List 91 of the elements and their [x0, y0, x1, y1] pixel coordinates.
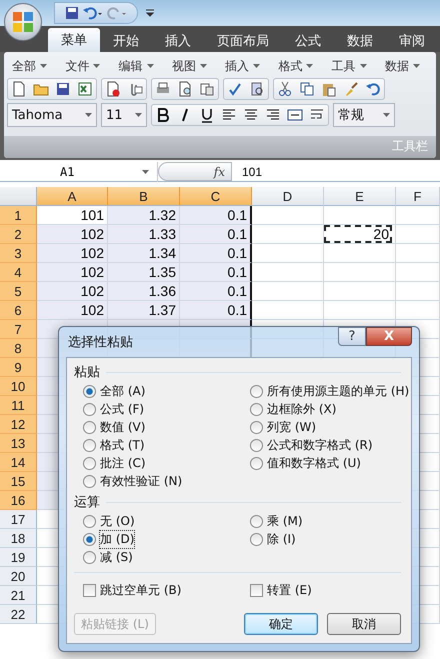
- ribbon-tab[interactable]: 审阅: [386, 30, 438, 52]
- table-cell: 0.1: [180, 263, 252, 282]
- radio-label[interactable]: 无 (O): [100, 512, 135, 530]
- formula-value[interactable]: 101: [232, 164, 262, 178]
- column-header[interactable]: E: [324, 187, 396, 206]
- table-cell: 0.1: [180, 301, 252, 320]
- ribbon-tab[interactable]: 开始: [100, 30, 152, 52]
- row-header[interactable]: 19: [0, 548, 37, 567]
- row-header[interactable]: 2: [0, 225, 37, 244]
- menu-item[interactable]: 数据: [380, 58, 433, 74]
- radio-label[interactable]: 全部 (A): [100, 382, 146, 400]
- row-header[interactable]: 9: [0, 358, 37, 377]
- table-cell: 0.1: [180, 225, 252, 244]
- ribbon-tab[interactable]: 页面布局: [204, 30, 282, 52]
- table-cell: 1.37: [108, 301, 180, 320]
- row-header[interactable]: 17: [0, 510, 37, 529]
- ok-button[interactable]: 确定: [244, 613, 318, 635]
- row-header[interactable]: 6: [0, 301, 37, 320]
- table-cell: 1.33: [108, 225, 180, 244]
- font-size-select[interactable]: 11: [101, 103, 147, 127]
- row-header[interactable]: 18: [0, 529, 37, 548]
- table-cell: 1.36: [108, 282, 180, 301]
- group-label: 工具栏: [392, 138, 428, 155]
- row-header[interactable]: 8: [0, 339, 37, 358]
- row-header[interactable]: 22: [0, 605, 37, 624]
- table-cell: 101: [37, 206, 108, 225]
- ribbon-tab[interactable]: 插入: [152, 30, 204, 52]
- number-format-select[interactable]: 常规: [333, 103, 395, 127]
- column-header[interactable]: F: [396, 187, 440, 206]
- dialog-title: 选择性粘贴: [67, 334, 133, 351]
- table-cell: 102: [37, 225, 108, 244]
- radio-label[interactable]: 列宽 (W): [267, 418, 316, 436]
- menu-item[interactable]: 全部: [7, 58, 60, 74]
- row-header[interactable]: 21: [0, 586, 37, 605]
- row-header[interactable]: 15: [0, 472, 37, 491]
- section-label: 粘贴: [74, 364, 100, 381]
- row-header[interactable]: 3: [0, 244, 37, 263]
- row-header[interactable]: 4: [0, 263, 37, 282]
- radio-label[interactable]: 乘 (M): [267, 512, 303, 530]
- table-cell: 102: [37, 244, 108, 263]
- cancel-button[interactable]: 取消: [327, 613, 401, 635]
- row-header[interactable]: 5: [0, 282, 37, 301]
- row-header[interactable]: 14: [0, 453, 37, 472]
- table-cell: 1.35: [108, 263, 180, 282]
- radio-label[interactable]: 有效性验证 (N): [100, 472, 182, 490]
- table-cell: 0.1: [180, 282, 252, 301]
- column-header[interactable]: D: [252, 187, 324, 206]
- row-header[interactable]: 1: [0, 206, 37, 225]
- radio-label[interactable]: 格式 (T): [100, 436, 145, 454]
- font-name-select[interactable]: Tahoma: [7, 103, 97, 127]
- checkbox-label[interactable]: 转置 (E): [267, 582, 312, 598]
- menu-item[interactable]: 视图: [166, 58, 220, 74]
- ribbon-tab[interactable]: 数据: [334, 30, 386, 52]
- insert-function-button[interactable]: fx: [158, 162, 232, 181]
- table-cell: 102: [37, 263, 108, 282]
- table-cell: 1.34: [108, 244, 180, 263]
- table-cell: 102: [37, 282, 108, 301]
- table-cell: 1.32: [108, 206, 180, 225]
- radio-label[interactable]: 除 (I): [267, 530, 296, 548]
- column-header[interactable]: B: [108, 187, 180, 206]
- row-header[interactable]: 13: [0, 434, 37, 453]
- radio-label[interactable]: 公式 (F): [100, 400, 144, 418]
- row-header[interactable]: 20: [0, 567, 37, 586]
- ribbon-tab[interactable]: 菜单: [48, 28, 100, 52]
- radio-label[interactable]: 数值 (V): [100, 418, 146, 436]
- ribbon-tab[interactable]: 公式: [282, 30, 334, 52]
- table-cell: 0.1: [180, 206, 252, 225]
- menu-item[interactable]: 格式: [273, 58, 326, 74]
- checkbox-label[interactable]: 跳过空单元 (B): [100, 582, 182, 598]
- radio-label[interactable]: 批注 (C): [100, 454, 146, 472]
- row-header[interactable]: 16: [0, 491, 37, 510]
- table-cell: 0.1: [180, 244, 252, 263]
- row-header[interactable]: 10: [0, 377, 37, 396]
- radio-label[interactable]: 加 (D): [100, 530, 134, 548]
- row-header[interactable]: 12: [0, 415, 37, 434]
- menu-item[interactable]: 文件: [60, 58, 114, 74]
- menu-item[interactable]: 工具: [326, 58, 380, 74]
- radio-label[interactable]: 减 (S): [100, 548, 133, 566]
- radio-label[interactable]: 边框除外 (X): [267, 400, 336, 418]
- help-button[interactable]: ?: [338, 327, 366, 346]
- table-cell: 102: [37, 301, 108, 320]
- row-header[interactable]: 11: [0, 396, 37, 415]
- menu-item[interactable]: 编辑: [114, 58, 167, 74]
- radio-label[interactable]: 所有使用源主题的单元 (H): [267, 382, 410, 400]
- row-header[interactable]: 7: [0, 320, 37, 339]
- section-label: 运算: [74, 494, 100, 511]
- column-header[interactable]: C: [180, 187, 252, 206]
- radio-label[interactable]: 公式和数字格式 (R): [267, 436, 373, 454]
- radio-label[interactable]: 值和数字格式 (U): [267, 454, 361, 472]
- menu-item[interactable]: 插入: [220, 58, 274, 74]
- column-header[interactable]: A: [37, 187, 108, 206]
